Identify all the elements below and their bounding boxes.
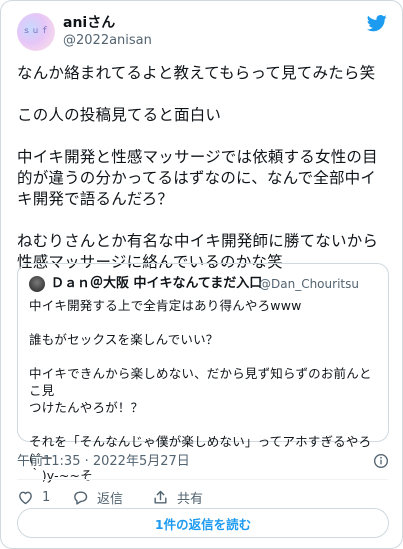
tweet-card: ｓｕｆ aniさん @2022anisan なんか絡まれてるよと教えてもらって見… bbox=[0, 0, 403, 549]
like-count: 1 bbox=[42, 489, 51, 505]
like-button[interactable]: 1 bbox=[17, 486, 50, 508]
author-name[interactable]: aniさん bbox=[63, 14, 115, 32]
divider bbox=[17, 479, 388, 480]
share-button[interactable]: 共有 bbox=[152, 486, 203, 508]
quoted-paragraph-2: 誰もがセックスを楽しんでいい？ bbox=[29, 332, 219, 347]
tweet-paragraph-3: 中イキ開発と性感マッサージでは依頼する女性の目 的が違うの分かってるはずなのに、… bbox=[17, 148, 378, 208]
info-icon[interactable] bbox=[373, 453, 389, 469]
avatar[interactable]: ｓｕｆ bbox=[17, 13, 55, 51]
tweet-paragraph-2: この人の投稿見てると面白い bbox=[17, 106, 222, 124]
quoted-tweet-header: Ｄａｎ＠大阪 中イキなんてまだ入口 @Dan_Chouritsu bbox=[29, 275, 380, 293]
tweet-header: ｓｕｆ aniさん @2022anisan bbox=[17, 11, 388, 51]
reply-button[interactable]: 返信 bbox=[72, 486, 123, 508]
tweet-timestamp[interactable]: 午前11:35 · 2022年5月27日 bbox=[17, 454, 190, 469]
reply-label: 返信 bbox=[97, 491, 124, 507]
share-label: 共有 bbox=[177, 491, 204, 507]
author-handle[interactable]: @2022anisan bbox=[63, 32, 152, 49]
tweet-paragraph-1: なんか絡まれてるよと教えてもらって見てみたら笑 bbox=[17, 64, 376, 82]
quoted-paragraph-3: 中イキできんから楽しめない、だから見ず知らずのお前んとこ見 つけたんやろが！？ bbox=[29, 366, 372, 415]
share-upload-icon bbox=[154, 490, 167, 504]
quoted-author-name: Ｄａｎ＠大阪 中イキなんてまだ入口 bbox=[51, 276, 263, 291]
twitter-bird-icon[interactable] bbox=[366, 13, 388, 33]
action-bar: 1 返信 共有 bbox=[17, 486, 389, 508]
tweet-meta: 午前11:35 · 2022年5月27日 bbox=[17, 453, 389, 471]
reply-bubble-icon bbox=[74, 490, 88, 505]
quoted-avatar bbox=[29, 276, 45, 292]
avatar-text: ｓｕｆ bbox=[22, 26, 50, 35]
tweet-body: なんか絡まれてるよと教えてもらって見てみたら笑 この人の投稿見てると面白い 中イ… bbox=[17, 63, 389, 273]
quoted-author-handle: @Dan_Chouritsu bbox=[259, 277, 359, 291]
quoted-tweet[interactable]: Ｄａｎ＠大阪 中イキなんてまだ入口 @Dan_Chouritsu 中イキ開発する… bbox=[17, 263, 389, 483]
heart-icon bbox=[19, 491, 32, 504]
quoted-paragraph-1: 中イキ開発する上で全肯定はあり得んやろwww bbox=[29, 298, 302, 313]
read-replies-button[interactable]: 1件の返信を読む bbox=[17, 508, 389, 538]
